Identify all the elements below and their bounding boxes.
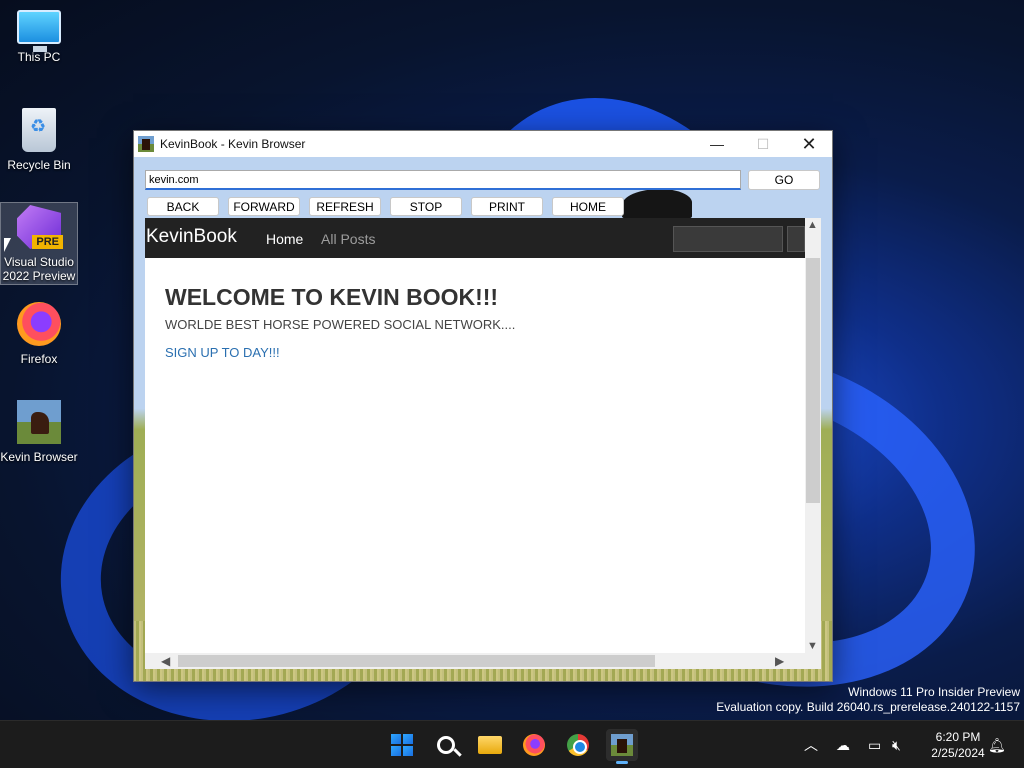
- desktop-icon-label: This PC: [17, 50, 61, 64]
- firefox-icon: [17, 302, 61, 346]
- search-icon: [437, 736, 455, 754]
- kevin-browser-icon: [611, 734, 633, 756]
- desktop-icon-visual-studio[interactable]: PRE Visual Studio 2022 Preview: [0, 202, 78, 285]
- web-view: KevinBook Home All Posts WELCOME TO KEVI…: [145, 218, 821, 669]
- mouse-cursor-icon: [4, 238, 11, 252]
- bell-icon: 🔔︎: [988, 736, 1006, 753]
- taskbar-kevin-browser[interactable]: [606, 729, 638, 764]
- speaker-muted-icon: 🔇︎: [892, 736, 901, 753]
- computer-icon: [17, 10, 61, 52]
- site-search-input[interactable]: [673, 226, 783, 252]
- refresh-button[interactable]: REFRESH: [309, 197, 381, 216]
- page-tagline: WORLDE BEST HORSE POWERED SOCIAL NETWORK…: [165, 317, 516, 332]
- signup-link[interactable]: SIGN UP TO DAY!!!: [165, 345, 515, 360]
- desktop-icon-kevin-browser[interactable]: Kevin Browser: [0, 400, 78, 464]
- chrome-icon: [567, 734, 589, 756]
- clock-date: 2/25/2024: [931, 746, 985, 760]
- address-input[interactable]: [145, 170, 741, 190]
- desktop-icon-firefox[interactable]: Firefox: [0, 302, 78, 366]
- recycle-bin-icon: [22, 108, 56, 152]
- system-clock[interactable]: 6:20 PM 2/25/2024: [918, 729, 998, 761]
- taskbar-chrome[interactable]: [562, 729, 594, 761]
- tray-network[interactable]: ▭: [868, 721, 881, 768]
- maximize-button[interactable]: ☐: [740, 131, 786, 157]
- desktop-icon-recycle-bin[interactable]: Recycle Bin: [0, 108, 78, 172]
- title-bar[interactable]: KevinBook - Kevin Browser — ☐ ✕: [134, 131, 832, 157]
- desktop-icon-label: 2022 Preview: [2, 269, 76, 283]
- scroll-left-icon[interactable]: ◀: [161, 654, 170, 668]
- page-content: WELCOME TO KEVIN BOOK!!! WORLDE BEST HOR…: [165, 284, 515, 360]
- file-explorer-icon: [478, 736, 502, 754]
- horizontal-scrollbar[interactable]: ◀ ▶: [145, 653, 821, 669]
- cloud-offline-icon: ☁: [836, 736, 850, 753]
- watermark-line: Evaluation copy. Build 26040.rs_prerelea…: [716, 700, 1020, 714]
- notifications-button[interactable]: 🔔︎: [988, 721, 1006, 768]
- horizontal-scroll-thumb[interactable]: [178, 655, 655, 667]
- vertical-scroll-thumb[interactable]: [806, 258, 820, 503]
- nav-link-home[interactable]: Home: [266, 231, 303, 247]
- chevron-up-icon: ︿: [804, 737, 818, 753]
- scroll-right-icon[interactable]: ▶: [775, 654, 784, 668]
- desktop-icon-this-pc[interactable]: This PC: [0, 10, 78, 64]
- desktop-icon-label: Firefox: [20, 352, 58, 366]
- scroll-up-icon[interactable]: ▲: [807, 219, 818, 231]
- go-button[interactable]: GO: [748, 170, 820, 190]
- home-button[interactable]: HOME: [552, 197, 624, 216]
- taskbar-search-button[interactable]: [430, 729, 462, 761]
- windows-watermark: Windows 11 Pro Insider Preview Evaluatio…: [716, 685, 1020, 715]
- desktop-icon-label: Visual Studio: [4, 255, 74, 269]
- tray-overflow-button[interactable]: ︿: [804, 721, 818, 768]
- site-search-button[interactable]: [787, 226, 805, 252]
- network-icon: ▭: [868, 736, 882, 753]
- tray-onedrive[interactable]: ☁: [836, 721, 850, 768]
- window-title: KevinBook - Kevin Browser: [160, 137, 306, 151]
- close-button[interactable]: ✕: [786, 131, 832, 157]
- desktop-icon-label: Kevin Browser: [0, 450, 78, 464]
- forward-button[interactable]: FORWARD: [228, 197, 300, 216]
- site-navbar: KevinBook Home All Posts: [145, 218, 805, 258]
- site-brand[interactable]: KevinBook: [146, 226, 237, 248]
- print-button[interactable]: PRINT: [471, 197, 543, 216]
- back-button[interactable]: BACK: [147, 197, 219, 216]
- scroll-down-icon[interactable]: ▼: [807, 640, 818, 652]
- desktop-icon-label: Recycle Bin: [7, 158, 71, 172]
- clock-time: 6:20 PM: [935, 730, 981, 744]
- kevin-browser-icon: [17, 400, 61, 444]
- taskbar-firefox[interactable]: [518, 729, 550, 761]
- stop-button[interactable]: STOP: [390, 197, 462, 216]
- taskbar: ︿ ☁ ▭ 🔇︎ 6:20 PM 2/25/2024 🔔︎: [0, 720, 1024, 768]
- vertical-scrollbar[interactable]: ▲ ▼: [805, 218, 821, 653]
- firefox-icon: [523, 734, 545, 756]
- page-title: WELCOME TO KEVIN BOOK!!!: [165, 284, 499, 310]
- browser-window: KevinBook - Kevin Browser — ☐ ✕ GO BACK …: [133, 130, 833, 682]
- minimize-button[interactable]: —: [694, 131, 740, 157]
- horse-silhouette: [622, 189, 692, 219]
- start-button[interactable]: [386, 729, 418, 761]
- taskbar-file-explorer[interactable]: [474, 729, 506, 761]
- preview-badge: PRE: [32, 235, 63, 249]
- watermark-line: Windows 11 Pro Insider Preview: [848, 685, 1020, 699]
- start-icon: [391, 734, 413, 756]
- tray-volume[interactable]: 🔇︎: [892, 721, 901, 768]
- nav-link-all-posts[interactable]: All Posts: [321, 231, 375, 247]
- kevin-browser-icon: [138, 136, 154, 152]
- browser-client-area: GO BACK FORWARD REFRESH STOP PRINT HOME …: [134, 157, 832, 681]
